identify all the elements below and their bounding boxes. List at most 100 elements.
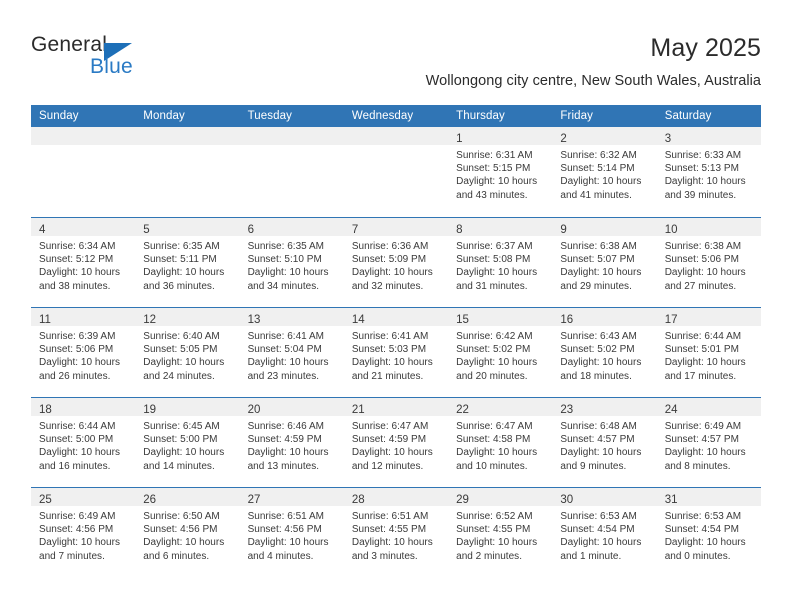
- calendar-page: General Blue May 2025 Wollongong city ce…: [0, 0, 792, 612]
- day-cell-20[interactable]: 20 Sunrise: 6:46 AM Sunset: 4:59 PM Dayli…: [239, 397, 344, 487]
- weekday-header-tuesday: Tuesday: [239, 105, 344, 127]
- day-cell-body: Sunrise: 6:50 AM Sunset: 4:56 PM Dayligh…: [135, 506, 239, 563]
- weekday-header-friday: Friday: [552, 105, 657, 127]
- day-number: 11: [39, 314, 51, 326]
- day-number-band: 14: [343, 308, 449, 326]
- day-number-band: 2: [552, 127, 657, 145]
- day-cell-body: Sunrise: 6:38 AM Sunset: 5:07 PM Dayligh…: [552, 236, 656, 293]
- day-cell-body: [135, 145, 239, 149]
- day-cell-body: Sunrise: 6:47 AM Sunset: 4:59 PM Dayligh…: [344, 416, 448, 473]
- day-cell-11[interactable]: 11 Sunrise: 6:39 AM Sunset: 5:06 PM Dayli…: [31, 307, 136, 397]
- day-cell-14[interactable]: 14 Sunrise: 6:41 AM Sunset: 5:03 PM Dayli…: [343, 307, 449, 397]
- day-number: 31: [664, 494, 678, 506]
- day-number-band: 30: [552, 488, 657, 506]
- day-cell-body: Sunrise: 6:33 AM Sunset: 5:13 PM Dayligh…: [657, 145, 761, 202]
- day-cell-empty: [239, 127, 344, 217]
- sun-info-text: Sunrise: 6:53 AM Sunset: 4:54 PM Dayligh…: [560, 511, 642, 562]
- day-number: 23: [560, 404, 574, 416]
- day-number: 21: [351, 404, 365, 416]
- day-number: 30: [560, 494, 574, 506]
- day-number: 28: [351, 494, 365, 506]
- day-cell-25[interactable]: 25 Sunrise: 6:49 AM Sunset: 4:56 PM Dayli…: [31, 487, 136, 577]
- sun-info-text: Sunrise: 6:51 AM Sunset: 4:55 PM Dayligh…: [351, 511, 433, 562]
- day-cell-18[interactable]: 18 Sunrise: 6:44 AM Sunset: 5:00 PM Dayli…: [31, 397, 136, 487]
- day-number-band: 29: [448, 488, 553, 506]
- day-cell-27[interactable]: 27 Sunrise: 6:51 AM Sunset: 4:56 PM Dayli…: [239, 487, 344, 577]
- day-cell-16[interactable]: 16 Sunrise: 6:43 AM Sunset: 5:02 PM Dayli…: [552, 307, 657, 397]
- day-cell-19[interactable]: 19 Sunrise: 6:45 AM Sunset: 5:00 PM Dayli…: [135, 397, 240, 487]
- day-number: 9: [560, 224, 567, 236]
- day-cell-29[interactable]: 29 Sunrise: 6:52 AM Sunset: 4:55 PM Dayli…: [448, 487, 553, 577]
- day-cell-22[interactable]: 22 Sunrise: 6:47 AM Sunset: 4:58 PM Dayli…: [448, 397, 553, 487]
- weekday-header-monday: Monday: [135, 105, 240, 127]
- day-number-band: 16: [552, 308, 657, 326]
- day-cell-8[interactable]: 8 Sunrise: 6:37 AM Sunset: 5:08 PM Daylig…: [448, 217, 553, 307]
- day-number-band: 27: [239, 488, 344, 506]
- day-cell-30[interactable]: 30 Sunrise: 6:53 AM Sunset: 4:54 PM Dayli…: [552, 487, 657, 577]
- day-cell-26[interactable]: 26 Sunrise: 6:50 AM Sunset: 4:56 PM Dayli…: [135, 487, 240, 577]
- day-number-band: 20: [239, 398, 344, 416]
- sun-info-text: Sunrise: 6:41 AM Sunset: 5:04 PM Dayligh…: [247, 331, 329, 382]
- weekday-header-thursday: Thursday: [448, 105, 553, 127]
- day-cell-3[interactable]: 3 Sunrise: 6:33 AM Sunset: 5:13 PM Daylig…: [656, 127, 761, 217]
- sun-info-text: Sunrise: 6:38 AM Sunset: 5:07 PM Dayligh…: [560, 241, 642, 292]
- sun-info-text: Sunrise: 6:44 AM Sunset: 5:00 PM Dayligh…: [39, 421, 120, 472]
- day-number: 4: [39, 224, 46, 236]
- general-blue-logo[interactable]: General Blue: [31, 33, 231, 89]
- day-cell-7[interactable]: 7 Sunrise: 6:36 AM Sunset: 5:09 PM Daylig…: [343, 217, 449, 307]
- day-number-band: 28: [343, 488, 449, 506]
- day-number-band: 8: [448, 218, 553, 236]
- calendar-week-row: 11 Sunrise: 6:39 AM Sunset: 5:06 PM Dayli…: [31, 307, 761, 397]
- day-cell-24[interactable]: 24 Sunrise: 6:49 AM Sunset: 4:57 PM Dayli…: [656, 397, 761, 487]
- sun-info-text: Sunrise: 6:41 AM Sunset: 5:03 PM Dayligh…: [351, 331, 433, 382]
- day-cell-body: Sunrise: 6:51 AM Sunset: 4:56 PM Dayligh…: [240, 506, 344, 563]
- sun-info-text: Sunrise: 6:47 AM Sunset: 4:58 PM Dayligh…: [456, 421, 538, 472]
- day-number-band: 23: [552, 398, 657, 416]
- day-cell-1[interactable]: 1 Sunrise: 6:31 AM Sunset: 5:15 PM Daylig…: [448, 127, 553, 217]
- day-cell-body: Sunrise: 6:47 AM Sunset: 4:58 PM Dayligh…: [448, 416, 552, 473]
- day-cell-6[interactable]: 6 Sunrise: 6:35 AM Sunset: 5:10 PM Daylig…: [239, 217, 344, 307]
- day-cell-5[interactable]: 5 Sunrise: 6:35 AM Sunset: 5:11 PM Daylig…: [135, 217, 240, 307]
- calendar-week-row: 4 Sunrise: 6:34 AM Sunset: 5:12 PM Daylig…: [31, 217, 761, 307]
- day-number-band: [239, 127, 344, 145]
- day-cell-body: [240, 145, 344, 149]
- day-cell-31[interactable]: 31 Sunrise: 6:53 AM Sunset: 4:54 PM Dayli…: [656, 487, 761, 577]
- day-number: 19: [143, 404, 157, 416]
- day-cell-15[interactable]: 15 Sunrise: 6:42 AM Sunset: 5:02 PM Dayli…: [448, 307, 553, 397]
- day-cell-17[interactable]: 17 Sunrise: 6:44 AM Sunset: 5:01 PM Dayli…: [656, 307, 761, 397]
- day-cell-23[interactable]: 23 Sunrise: 6:48 AM Sunset: 4:57 PM Dayli…: [552, 397, 657, 487]
- day-cell-13[interactable]: 13 Sunrise: 6:41 AM Sunset: 5:04 PM Dayli…: [239, 307, 344, 397]
- weekday-header-row: Sunday Monday Tuesday Wednesday Thursday Frid…: [31, 105, 761, 127]
- sun-info-text: Sunrise: 6:31 AM Sunset: 5:15 PM Dayligh…: [456, 150, 538, 201]
- sun-info-text: Sunrise: 6:53 AM Sunset: 4:54 PM Dayligh…: [664, 511, 746, 562]
- day-cell-4[interactable]: 4 Sunrise: 6:34 AM Sunset: 5:12 PM Daylig…: [31, 217, 136, 307]
- sun-info-text: Sunrise: 6:42 AM Sunset: 5:02 PM Dayligh…: [456, 331, 538, 382]
- day-number-band: 1: [448, 127, 553, 145]
- day-cell-body: Sunrise: 6:48 AM Sunset: 4:57 PM Dayligh…: [552, 416, 656, 473]
- day-cell-body: Sunrise: 6:35 AM Sunset: 5:10 PM Dayligh…: [240, 236, 344, 293]
- day-cell-21[interactable]: 21 Sunrise: 6:47 AM Sunset: 4:59 PM Dayli…: [343, 397, 449, 487]
- sun-info-text: Sunrise: 6:40 AM Sunset: 5:05 PM Dayligh…: [143, 331, 225, 382]
- day-cell-2[interactable]: 2 Sunrise: 6:32 AM Sunset: 5:14 PM Daylig…: [552, 127, 657, 217]
- day-number: 27: [247, 494, 261, 506]
- day-number-band: 13: [239, 308, 344, 326]
- day-number-band: 9: [552, 218, 657, 236]
- day-cell-body: Sunrise: 6:44 AM Sunset: 5:00 PM Dayligh…: [31, 416, 135, 473]
- day-cell-28[interactable]: 28 Sunrise: 6:51 AM Sunset: 4:55 PM Dayli…: [343, 487, 449, 577]
- weekday-header-saturday: Saturday: [656, 105, 761, 127]
- day-number: 25: [39, 494, 52, 506]
- day-cell-10[interactable]: 10 Sunrise: 6:38 AM Sunset: 5:06 PM Dayli…: [656, 217, 761, 307]
- day-cell-body: Sunrise: 6:41 AM Sunset: 5:04 PM Dayligh…: [240, 326, 344, 383]
- sun-info-text: Sunrise: 6:34 AM Sunset: 5:12 PM Dayligh…: [39, 241, 120, 292]
- day-number: 26: [143, 494, 157, 506]
- day-number-band: 31: [656, 488, 761, 506]
- day-number-band: 4: [31, 218, 136, 236]
- day-cell-12[interactable]: 12 Sunrise: 6:40 AM Sunset: 5:05 PM Dayli…: [135, 307, 240, 397]
- day-number-band: 18: [31, 398, 136, 416]
- calendar-week-row: 1 Sunrise: 6:31 AM Sunset: 5:15 PM Daylig…: [31, 127, 761, 217]
- day-cell-empty: [343, 127, 449, 217]
- day-number: 6: [247, 224, 254, 236]
- day-cell-9[interactable]: 9 Sunrise: 6:38 AM Sunset: 5:07 PM Daylig…: [552, 217, 657, 307]
- day-cell-body: Sunrise: 6:44 AM Sunset: 5:01 PM Dayligh…: [657, 326, 761, 383]
- sun-info-text: Sunrise: 6:43 AM Sunset: 5:02 PM Dayligh…: [560, 331, 642, 382]
